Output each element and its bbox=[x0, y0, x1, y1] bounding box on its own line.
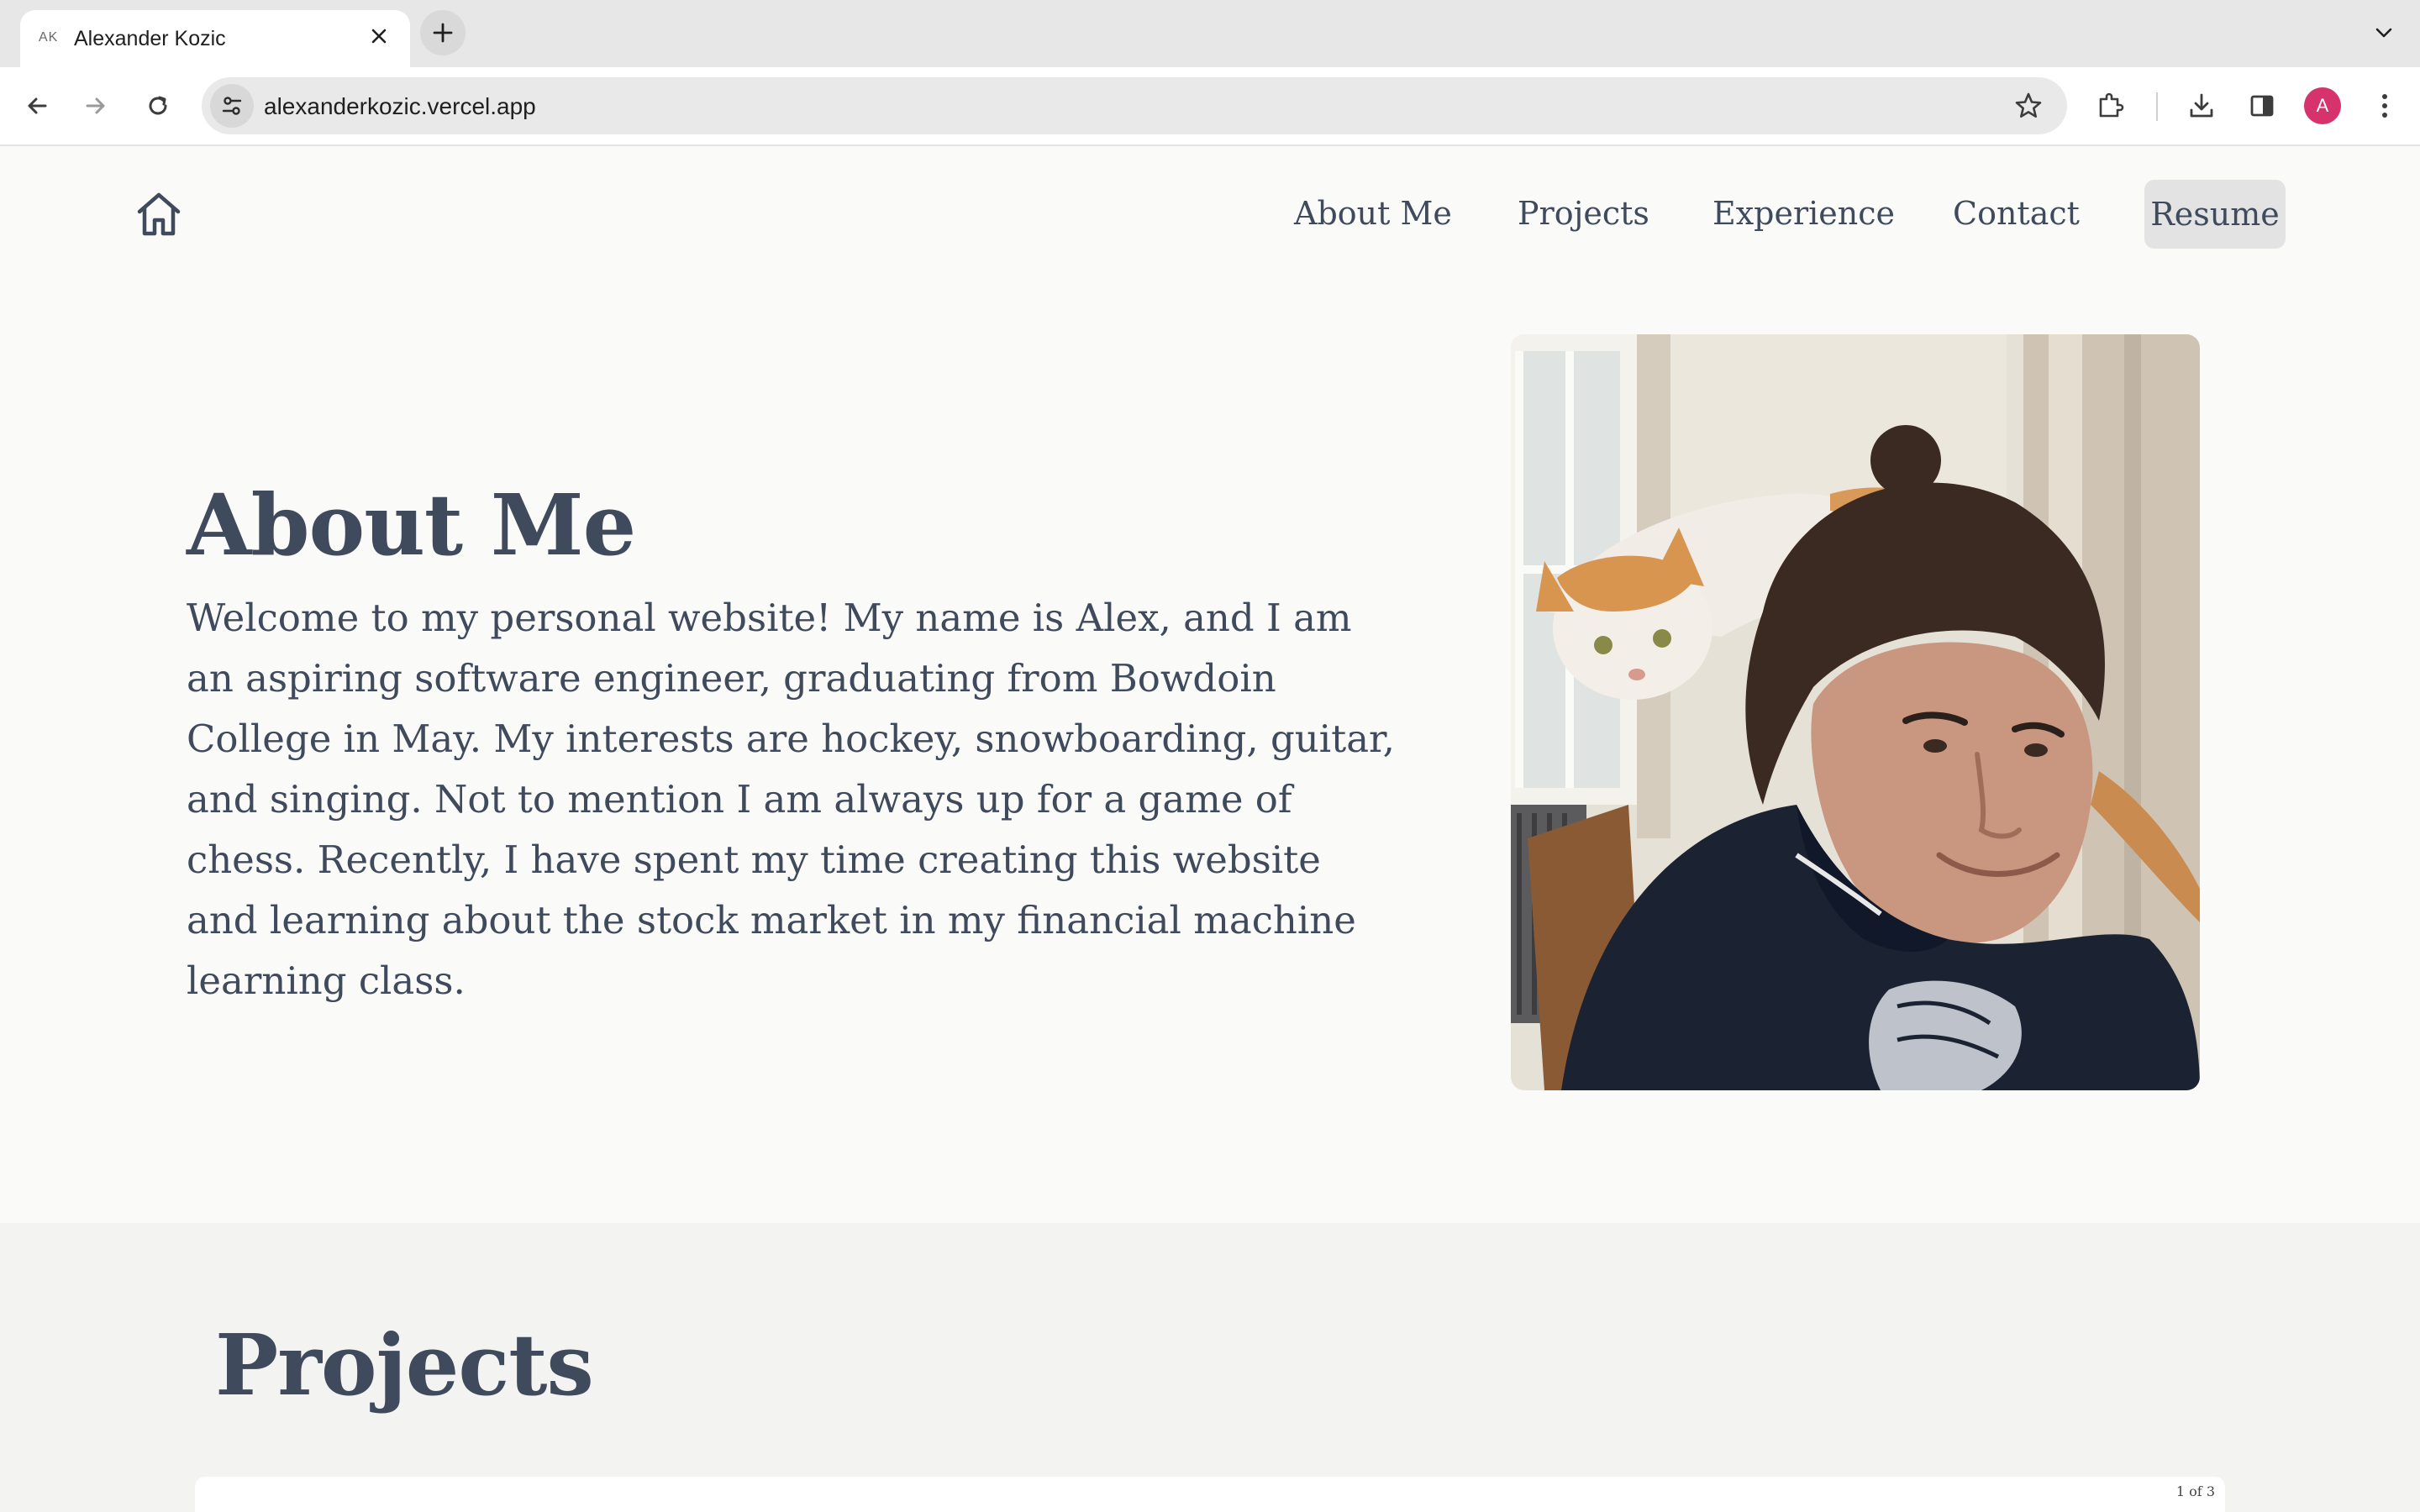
projects-section: Projects 1 of 3 bbox=[0, 1223, 2420, 1512]
home-icon[interactable] bbox=[134, 190, 183, 239]
nav-contact[interactable]: Contact bbox=[1953, 195, 2080, 232]
url-text[interactable]: alexanderkozic.vercel.app bbox=[264, 93, 536, 120]
site-info-button[interactable] bbox=[210, 84, 254, 128]
nav-about-me[interactable]: About Me bbox=[1294, 195, 1452, 232]
extensions-icon[interactable] bbox=[2091, 86, 2131, 126]
back-button[interactable] bbox=[17, 86, 57, 126]
resume-button[interactable]: Resume bbox=[2144, 180, 2286, 249]
web-page: About Me Projects Experience Contact Res… bbox=[0, 148, 2420, 1512]
toolbar-divider bbox=[2156, 92, 2158, 121]
profile-avatar[interactable]: A bbox=[2304, 87, 2341, 124]
address-bar[interactable]: alexanderkozic.vercel.app bbox=[202, 77, 2067, 134]
browser-tab-strip: AK Alexander Kozic bbox=[0, 0, 2420, 67]
browser-toolbar: alexanderkozic.vercel.app A bbox=[0, 67, 2420, 146]
nav-projects[interactable]: Projects bbox=[1518, 195, 1649, 232]
about-heading: About Me bbox=[187, 475, 636, 575]
forward-button[interactable] bbox=[76, 86, 116, 126]
arrow-left-icon bbox=[28, 97, 47, 114]
about-paragraph: Welcome to my personal website! My name … bbox=[187, 596, 1395, 1003]
download-icon[interactable] bbox=[2181, 86, 2222, 126]
reload-button[interactable] bbox=[138, 86, 178, 126]
bookmark-star-icon[interactable] bbox=[2013, 91, 2044, 121]
plus-icon bbox=[433, 23, 453, 43]
more-menu-icon[interactable] bbox=[2365, 86, 2405, 126]
browser-tab[interactable]: AK Alexander Kozic bbox=[20, 10, 410, 67]
project-card[interactable]: 1 of 3 bbox=[195, 1477, 2225, 1512]
close-icon[interactable] bbox=[365, 22, 393, 50]
tune-icon bbox=[222, 97, 242, 115]
projects-heading: Projects bbox=[215, 1315, 594, 1415]
arrow-right-icon bbox=[86, 97, 105, 114]
profile-photo bbox=[1511, 334, 2200, 1090]
reload-icon bbox=[149, 96, 167, 115]
new-tab-button[interactable] bbox=[420, 10, 466, 55]
pdf-page-indicator: 1 of 3 bbox=[2175, 1483, 2215, 1499]
site-nav: About Me Projects Experience Contact Res… bbox=[1260, 180, 2294, 249]
side-panel-icon[interactable] bbox=[2242, 86, 2282, 126]
tab-favicon: AK bbox=[39, 30, 59, 45]
tab-title: Alexander Kozic bbox=[74, 27, 226, 50]
chevron-down-icon bbox=[2375, 28, 2392, 38]
nav-experience[interactable]: Experience bbox=[1712, 195, 1895, 232]
tab-search-button[interactable] bbox=[2370, 18, 2398, 47]
